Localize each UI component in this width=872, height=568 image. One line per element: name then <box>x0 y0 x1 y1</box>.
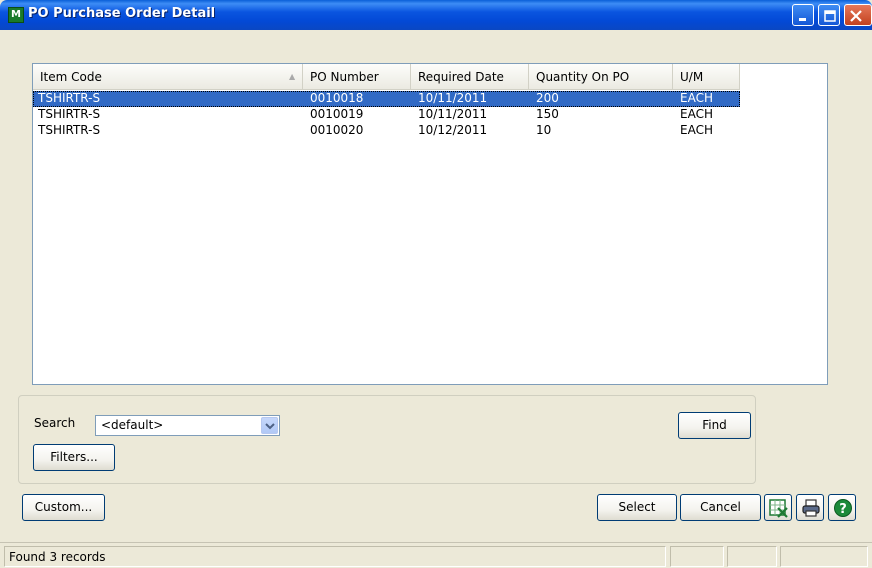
column-header-label: PO Number <box>310 70 379 84</box>
status-pane <box>780 546 868 567</box>
export-excel-button[interactable] <box>764 494 792 521</box>
cell-required-date: 10/11/2011 <box>418 107 488 121</box>
cell-item-code: TSHIRTR-S <box>38 107 101 121</box>
title-bar[interactable]: M PO Purchase Order Detail <box>0 0 872 30</box>
status-text: Found 3 records <box>9 550 106 564</box>
column-header-item-code[interactable]: Item Code ▲ <box>33 64 303 90</box>
po-detail-list[interactable]: Item Code ▲ PO Number Required Date Quan… <box>32 63 828 385</box>
search-dropdown-value: <default> <box>101 418 164 432</box>
cell-required-date: 10/11/2011 <box>418 91 488 105</box>
status-pane <box>727 546 777 567</box>
app-icon: M <box>8 7 24 23</box>
status-pane-main: Found 3 records <box>4 546 666 567</box>
close-button[interactable] <box>844 4 872 26</box>
search-panel <box>18 395 756 484</box>
column-header-label: Item Code <box>40 70 102 84</box>
help-icon: ? <box>834 499 852 517</box>
help-button[interactable]: ? <box>828 494 856 521</box>
cell-um: EACH <box>680 107 713 121</box>
column-header-label: Quantity On PO <box>536 70 630 84</box>
cell-um: EACH <box>680 91 713 105</box>
chevron-down-icon[interactable] <box>261 417 278 434</box>
column-header-label: U/M <box>680 70 704 84</box>
cell-po-number: 0010020 <box>310 123 364 137</box>
cell-po-number: 0010019 <box>310 107 364 121</box>
cell-um: EACH <box>680 123 713 137</box>
cell-quantity: 10 <box>536 123 552 137</box>
excel-icon <box>769 499 788 518</box>
column-header-required-date[interactable]: Required Date <box>411 64 529 90</box>
column-header-um[interactable]: U/M <box>673 64 740 90</box>
minimize-icon <box>799 18 806 21</box>
maximize-button[interactable] <box>818 4 840 26</box>
close-icon <box>850 10 862 22</box>
list-row[interactable]: TSHIRTR-S 0010018 10/11/2011 200 EACH <box>33 91 827 107</box>
search-label: Search <box>34 416 76 430</box>
find-button[interactable]: Find <box>678 412 751 439</box>
cell-quantity: 200 <box>536 91 559 105</box>
cell-item-code: TSHIRTR-S <box>38 123 101 137</box>
maximize-icon <box>824 10 836 22</box>
cancel-button[interactable]: Cancel <box>680 494 761 521</box>
print-button[interactable] <box>796 494 824 521</box>
window-title: PO Purchase Order Detail <box>28 6 216 21</box>
cell-quantity: 150 <box>536 107 559 121</box>
filters-button[interactable]: Filters... <box>33 444 115 471</box>
status-pane <box>670 546 724 567</box>
column-header-po-number[interactable]: PO Number <box>303 64 411 90</box>
select-button[interactable]: Select <box>597 494 677 521</box>
column-header-quantity-on-po[interactable]: Quantity On PO <box>529 64 673 90</box>
cell-po-number: 0010018 <box>310 91 364 105</box>
custom-button[interactable]: Custom... <box>22 494 105 521</box>
list-row[interactable]: TSHIRTR-S 0010020 10/12/2011 10 EACH <box>33 123 827 139</box>
search-dropdown[interactable]: <default> <box>95 415 280 436</box>
printer-icon <box>802 499 820 517</box>
sort-ascending-icon: ▲ <box>289 72 296 81</box>
status-bar: Found 3 records <box>0 542 872 568</box>
svg-text:?: ? <box>839 502 847 517</box>
list-header: Item Code ▲ PO Number Required Date Quan… <box>33 64 740 90</box>
cell-item-code: TSHIRTR-S <box>38 91 101 105</box>
column-header-label: Required Date <box>418 70 504 84</box>
cell-required-date: 10/12/2011 <box>418 123 488 137</box>
minimize-button[interactable] <box>792 4 814 26</box>
list-row[interactable]: TSHIRTR-S 0010019 10/11/2011 150 EACH <box>33 107 827 123</box>
